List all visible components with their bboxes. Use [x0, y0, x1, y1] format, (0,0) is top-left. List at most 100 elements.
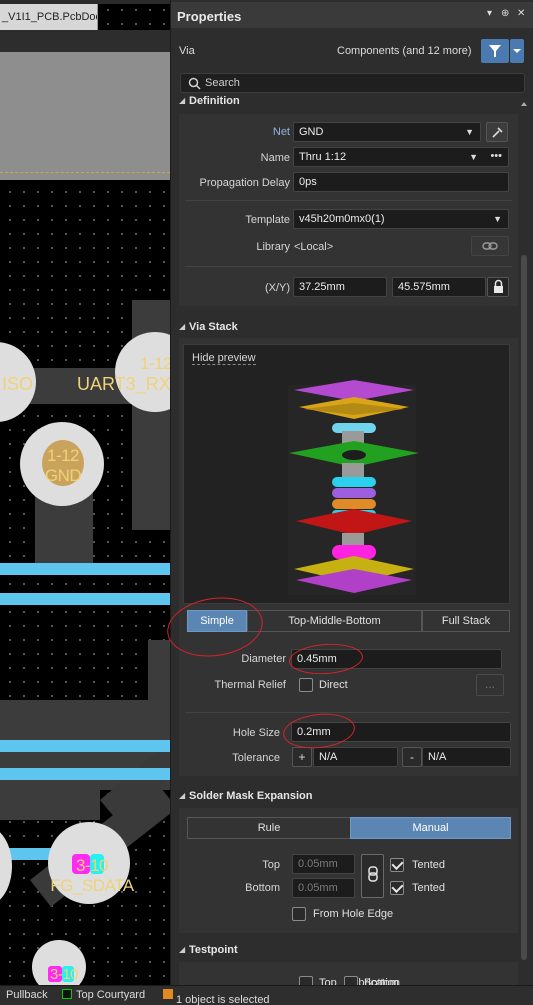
template-label: Template	[245, 214, 290, 226]
mode-top-middle-bottom-button[interactable]: Top-Middle-Bottom	[247, 610, 422, 632]
track[interactable]	[0, 563, 170, 575]
solder-mask-header: Solder Mask Expansion	[189, 790, 313, 802]
pad-label: 1-12	[139, 354, 170, 373]
search-placeholder: Search	[205, 77, 240, 89]
eyedropper-icon	[492, 127, 503, 138]
collapse-icon: ◢	[179, 322, 186, 331]
document-tab[interactable]: _V1I1_PCB.PcbDoc	[0, 4, 98, 30]
from-hole-edge-checkbox[interactable]	[292, 907, 306, 921]
hide-preview-link[interactable]: Hide preview	[192, 352, 256, 365]
from-hole-edge-label: From Hole Edge	[313, 908, 394, 920]
net-select[interactable]: GND ▼	[293, 122, 481, 142]
object-type: Via	[179, 45, 195, 57]
collapse-icon: ◢	[179, 791, 186, 800]
copper-region	[0, 790, 100, 820]
more-icon[interactable]: •••	[490, 148, 502, 165]
x-field[interactable]: 37.25mm	[293, 277, 387, 297]
solder-mask-section-header[interactable]: ◢ Solder Mask Expansion	[171, 788, 521, 806]
filter-icon	[489, 45, 501, 57]
solder-mask-manual-button[interactable]: Manual	[350, 817, 511, 839]
definition-header: Definition	[189, 95, 240, 107]
top-tented-checkbox[interactable]	[390, 858, 404, 872]
bottom-tented-label: Tented	[412, 882, 446, 894]
xy-label: (X/Y)	[264, 282, 290, 294]
selection-status: 1 object is selected	[176, 994, 270, 1005]
layer-tab-top-courtyard[interactable]: Top Courtyard	[62, 989, 145, 1001]
filter-button[interactable]	[481, 39, 509, 63]
definition-section: Net GND ▼ Name Thru 1:12 ▼ ••• Propagati…	[179, 114, 518, 306]
name-label: Name	[260, 152, 290, 164]
name-select[interactable]: Thru 1:12 ▼ •••	[293, 147, 509, 167]
net-label: ISO	[2, 374, 34, 394]
pin-icon[interactable]: ⊕	[501, 8, 509, 19]
direct-checkbox[interactable]	[299, 678, 313, 692]
tolerance-label: Tolerance	[232, 752, 280, 764]
filter-dropdown-button[interactable]	[510, 39, 524, 63]
library-value: <Local>	[294, 241, 334, 253]
net-label[interactable]: Net	[273, 126, 290, 138]
pick-net-button[interactable]	[486, 122, 508, 142]
pad-label: 3-10	[75, 856, 109, 875]
component-outline	[0, 172, 170, 173]
panel-titlebar: Properties ▾ ⊕ ✕	[171, 2, 533, 28]
diameter-label: Diameter	[241, 653, 286, 665]
selection-filter-text[interactable]: Components (and 12 more)	[337, 45, 472, 57]
track[interactable]	[0, 740, 170, 752]
chevron-down-icon: ▼	[493, 214, 502, 224]
layer-color-swatch	[163, 989, 173, 999]
divider	[185, 266, 512, 267]
net-label: UART3_RX	[77, 374, 170, 394]
chevron-down-icon: ▼	[469, 152, 478, 162]
collapse-icon: ◢	[179, 945, 186, 954]
library-label: Library	[256, 241, 290, 253]
propagation-delay-field[interactable]: 0ps	[293, 172, 509, 192]
mode-full-stack-button[interactable]: Full Stack	[422, 610, 510, 632]
hole-size-label: Hole Size	[232, 727, 280, 739]
copper-region	[148, 640, 170, 700]
testpoint-header: Testpoint	[189, 944, 238, 956]
top-label: Top	[262, 859, 280, 871]
pad-net: GND	[44, 466, 82, 485]
track[interactable]	[0, 593, 170, 605]
close-icon[interactable]: ✕	[517, 8, 525, 19]
via-stack-section-header[interactable]: ◢ Via Stack	[171, 319, 521, 337]
top-expansion-field[interactable]: 0.05mm	[292, 854, 355, 874]
pad[interactable]	[0, 826, 12, 906]
tolerance-plus-field[interactable]: N/A	[313, 747, 398, 767]
net-value: GND	[299, 126, 324, 138]
bottom-expansion-field[interactable]: 0.05mm	[292, 878, 355, 898]
component-body[interactable]	[0, 52, 170, 180]
lock-button[interactable]	[487, 277, 509, 297]
thermal-relief-more-button[interactable]: ...	[476, 674, 504, 696]
tolerance-minus-field[interactable]: N/A	[422, 747, 511, 767]
testpoint-section-header[interactable]: ◢ Testpoint	[171, 942, 521, 960]
solder-mask-rule-button[interactable]: Rule	[187, 817, 351, 839]
definition-section-header[interactable]: ◢ Definition	[171, 93, 521, 111]
lock-icon	[494, 279, 503, 293]
link-icon	[367, 866, 378, 882]
panel-menu-icon[interactable]: ▾	[487, 8, 492, 19]
bottom-tented-checkbox[interactable]	[390, 881, 404, 895]
layer-tab-pullback[interactable]: Pullback	[6, 989, 48, 1001]
top-tented-label: Tented	[412, 859, 446, 871]
properties-panel: Properties ▾ ⊕ ✕ Via Components (and 12 …	[163, 0, 533, 993]
panel-scrollbar[interactable]	[521, 255, 527, 960]
tolerance-minus-sign: -	[402, 747, 422, 767]
link-icon	[482, 242, 498, 250]
pad-label: 1-12	[46, 446, 80, 465]
pcb-top-strip	[0, 30, 170, 52]
chevron-down-icon: ▼	[465, 127, 474, 137]
unlink-button[interactable]	[471, 236, 509, 256]
search-input[interactable]: Search	[180, 73, 525, 93]
scroll-up-icon[interactable]	[520, 100, 528, 108]
tolerance-plus-sign: +	[292, 747, 312, 767]
layer-tab-next[interactable]	[163, 989, 177, 1001]
divider	[185, 200, 512, 201]
template-value: v45h20m0mx0(1)	[299, 213, 385, 225]
track[interactable]	[0, 768, 170, 780]
pad-net: FG_SDATA	[50, 876, 134, 895]
y-field[interactable]: 45.575mm	[392, 277, 486, 297]
template-select[interactable]: v45h20m0mx0(1) ▼	[293, 209, 509, 229]
link-values-button[interactable]	[361, 854, 384, 898]
pcb-canvas[interactable]: _V1I1_PCB.PcbDoc 1-12 GND 1-12 ISO UART3…	[0, 0, 170, 985]
